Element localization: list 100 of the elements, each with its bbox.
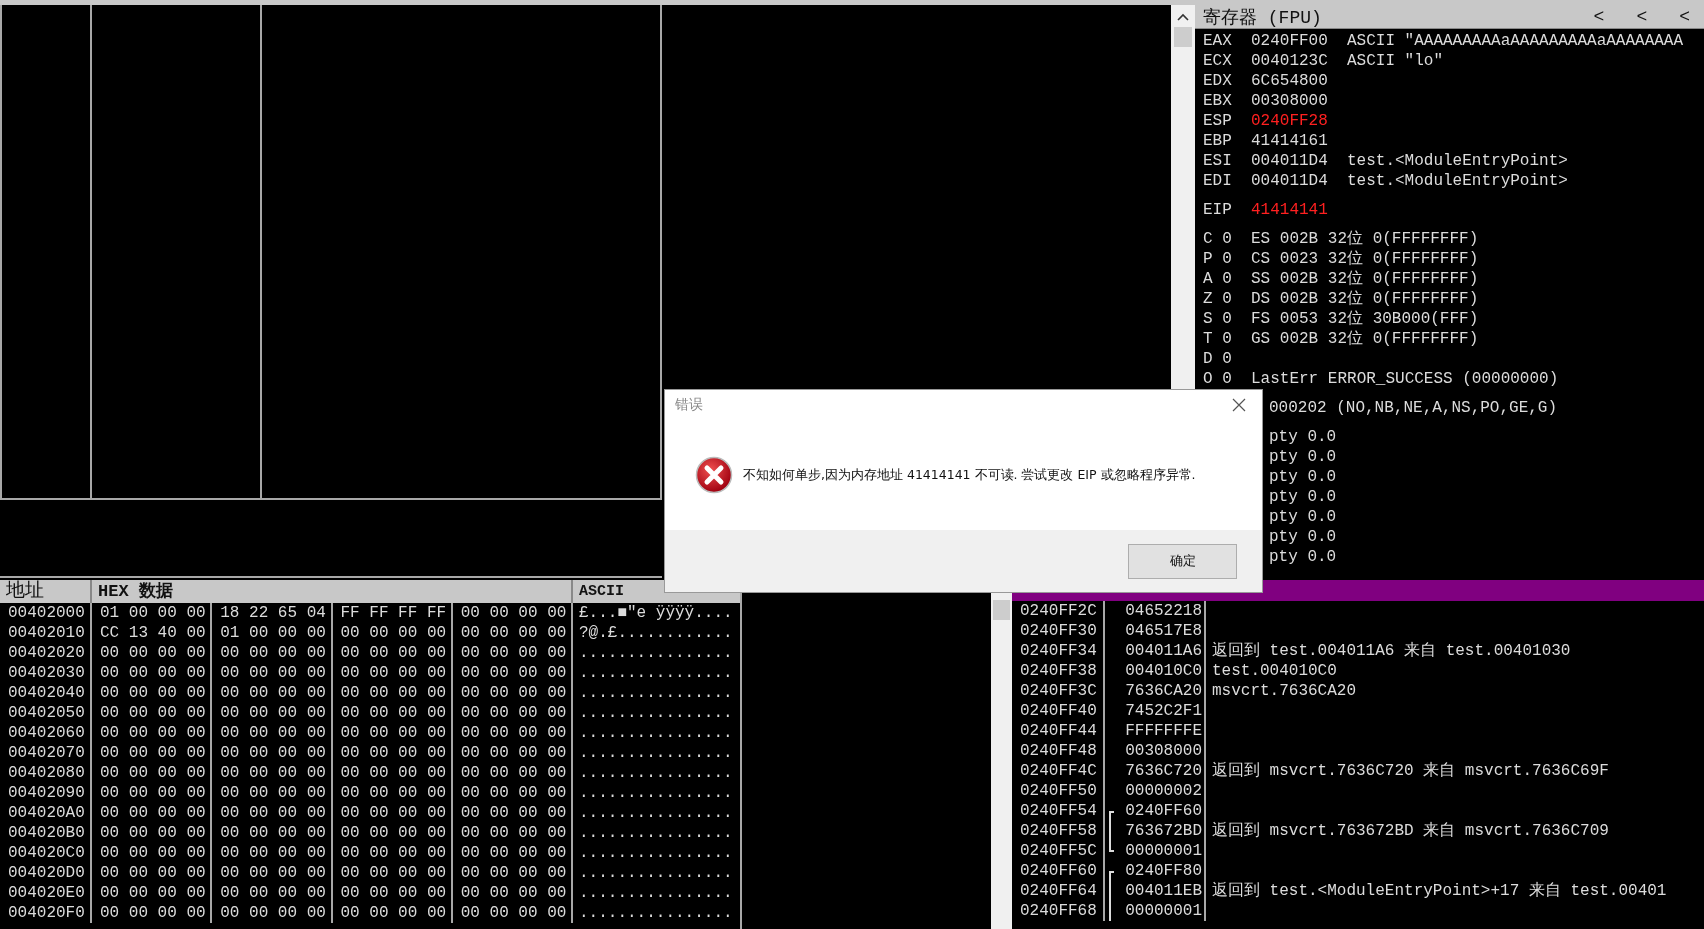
ok-button[interactable]: 确定 (1128, 543, 1237, 579)
register-value: 41414141 (1251, 200, 1329, 220)
value-cell: 7636CA20 (1125, 681, 1202, 701)
hex-cell: 00 00 00 00 (212, 763, 333, 783)
value-cell: 004011A6 (1125, 641, 1202, 661)
register-name: ESP (1203, 111, 1233, 131)
comment-cell-text: 返回到 test.<ModuleEntryPoint>+17 来自 test.00401 (1211, 881, 1667, 901)
register-line: C 0 ES 002B 32位 0(FFFFFFFF) (1203, 229, 1479, 249)
hex-cell: 00 00 00 00 (452, 883, 573, 903)
value-cell: 763672BD (1125, 821, 1202, 841)
ascii-cell-text: ................ (578, 883, 733, 903)
value-cell: 00000002 (1125, 781, 1202, 801)
address-cell: 0240FF44 (1012, 721, 1105, 741)
hex-cell: 01 00 00 00 (212, 623, 333, 643)
ascii-cell-text: ................ (578, 863, 733, 883)
register-line: P 0 CS 0023 32位 0(FFFFFFFF) (1203, 249, 1479, 269)
address-cell: 0240FF4C (1012, 761, 1105, 781)
hex-cell: 00 00 00 00 (332, 823, 453, 843)
arrow-button[interactable]: < (1636, 6, 1648, 27)
register-line: pty 0.0 (1269, 547, 1337, 567)
register-name: EBP (1203, 131, 1233, 151)
dialog-title: 错误 (675, 396, 703, 414)
hex-cell: 00 00 00 00 (332, 763, 453, 783)
ascii-cell-text: ................ (578, 663, 733, 683)
arrow-button[interactable]: < (1593, 6, 1605, 27)
hex-cell: 00 00 00 00 (212, 843, 333, 863)
value-cell: 00308000 (1125, 741, 1202, 761)
hex-cell: 00 00 00 00 (452, 903, 573, 923)
hex-cell: 00 00 00 00 (452, 783, 573, 803)
register-line: pty 0.0 (1269, 487, 1337, 507)
ascii-cell-text: ................ (578, 843, 733, 863)
hex-cell: 00 00 00 00 (92, 663, 213, 683)
arrow-button[interactable]: < (1679, 6, 1690, 27)
hex-cell: 00 00 00 00 (212, 783, 333, 803)
panel-title: 寄存器 (FPU) (1203, 6, 1322, 29)
register-value: 004011D4 (1251, 151, 1329, 171)
value-cell: 0240FF60 (1125, 801, 1202, 821)
hex-cell: 00 00 00 00 (212, 703, 333, 723)
hex-cell: 00 00 00 00 (212, 743, 333, 763)
value-cell: 04652218 (1125, 601, 1202, 621)
value-cell: 046517E8 (1125, 621, 1202, 641)
column-header[interactable]: HEX 数据 (92, 580, 573, 603)
register-line: 000202 (NO,NB,NE,A,NS,PO,GE,G) (1269, 398, 1558, 418)
register-line: pty 0.0 (1269, 507, 1337, 527)
hex-cell: 00 00 00 00 (92, 643, 213, 663)
address-cell: 0240FF48 (1012, 741, 1105, 761)
ascii-cell-text: ................ (578, 723, 733, 743)
ascii-cell-text: ................ (578, 703, 733, 723)
hex-cell: 01 00 00 00 (92, 603, 213, 623)
ascii-cell-text: ................ (578, 823, 733, 843)
register-name: EAX (1203, 31, 1233, 51)
comment-cell-text: 返回到 msvcrt.7636C720 来自 msvcrt.7636C69F (1211, 761, 1609, 781)
hex-cell: 00 00 00 00 (332, 903, 453, 923)
ascii-cell-text: ................ (578, 743, 733, 763)
ascii-cell-text: ................ (578, 783, 733, 803)
hex-cell: 00 00 00 00 (92, 843, 213, 863)
hex-cell: 00 00 00 00 (332, 843, 453, 863)
hex-cell: 00 00 00 00 (92, 783, 213, 803)
address-cell: 00402080 (0, 763, 92, 783)
hex-cell: 00 00 00 00 (212, 823, 333, 843)
register-value: 0040123C (1251, 51, 1329, 71)
ascii-cell-text: £...■"e ÿÿÿÿ.... (578, 603, 733, 623)
register-value: 004011D4 (1251, 171, 1329, 191)
scroll-up-icon[interactable] (1177, 13, 1189, 21)
hex-cell: 00 00 00 00 (332, 883, 453, 903)
column-header[interactable]: 地址 (0, 580, 92, 603)
ascii-cell-text: ................ (578, 683, 733, 703)
address-cell: 004020C0 (0, 843, 92, 863)
register-comment: ASCII "lo" (1347, 51, 1443, 71)
hex-cell: 00 00 00 00 (452, 863, 573, 883)
value-cell: 0240FF80 (1125, 861, 1202, 881)
scroll-thumb[interactable] (993, 600, 1010, 620)
register-comment: test.<ModuleEntryPoint> (1347, 171, 1568, 191)
hex-cell: 00 00 00 00 (332, 623, 453, 643)
hex-cell: 00 00 00 00 (212, 883, 333, 903)
register-name: ECX (1203, 51, 1233, 71)
hex-cell: 00 00 00 00 (452, 703, 573, 723)
hex-cell: 00 00 00 00 (212, 903, 333, 923)
address-cell: 004020D0 (0, 863, 92, 883)
hex-cell: 00 00 00 00 (452, 603, 573, 623)
address-cell: 0240FF2C (1012, 601, 1105, 621)
hex-cell: 00 00 00 00 (452, 643, 573, 663)
value-cell: 7452C2F1 (1125, 701, 1202, 721)
hex-cell: 00 00 00 00 (92, 683, 213, 703)
address-cell: 0240FF60 (1012, 861, 1105, 881)
ascii-cell-text: ................ (578, 763, 733, 783)
hex-cell: 00 00 00 00 (452, 803, 573, 823)
close-icon[interactable] (1232, 398, 1246, 412)
hex-cell: 00 00 00 00 (92, 823, 213, 843)
hex-cell: 00 00 00 00 (92, 863, 213, 883)
address-cell: 004020B0 (0, 823, 92, 843)
hex-cell: 00 00 00 00 (212, 683, 333, 703)
register-value: 41414161 (1251, 131, 1329, 151)
hex-cell: CC 13 40 00 (92, 623, 213, 643)
register-line: T 0 GS 002B 32位 0(FFFFFFFF) (1203, 329, 1479, 349)
ascii-cell-text: ................ (578, 903, 733, 923)
scroll-thumb[interactable] (1174, 27, 1192, 47)
hex-cell: 00 00 00 00 (92, 763, 213, 783)
register-name: EIP (1203, 200, 1233, 220)
register-line: A 0 SS 002B 32位 0(FFFFFFFF) (1203, 269, 1479, 289)
